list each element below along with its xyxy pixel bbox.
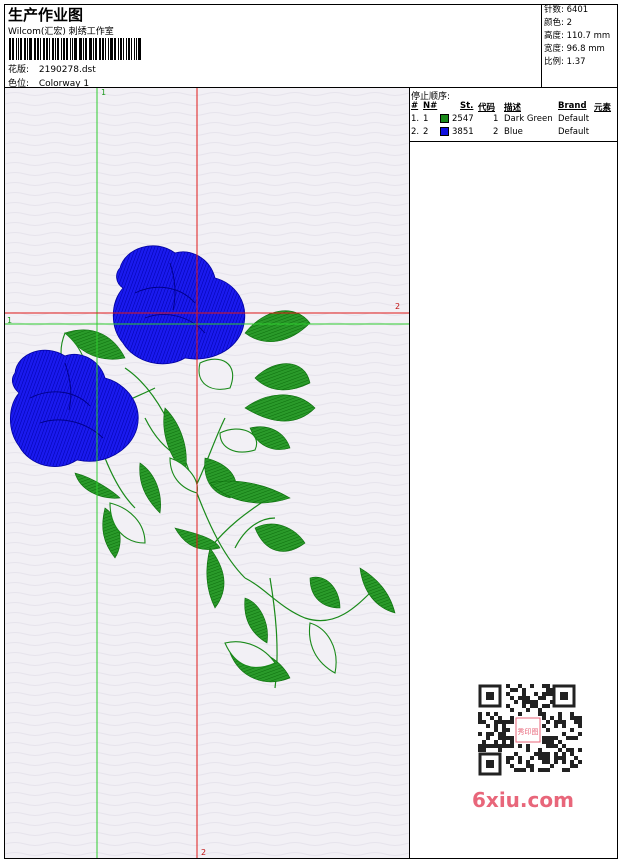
qr-code: 秀印图 [470, 680, 586, 780]
embroidery-preview [5, 88, 409, 858]
stat-scale: 比例: 1.37 [544, 57, 586, 67]
company-name: Wilcom(汇宏) 刺绣工作室 [8, 27, 114, 37]
design-file-row: 花版: 2190278.dst [8, 62, 96, 75]
stop-sequence-table: # N# St. 代码 描述 Brand 元素 1. 1 2547 1 Dark… [410, 101, 616, 140]
color-swatch-green [440, 114, 449, 123]
barcode [9, 38, 141, 60]
qr-logo-text: 秀印图 [518, 727, 539, 736]
worksheet-header: 生产作业图 Wilcom(汇宏) 刺绣工作室 花版: 2190278.dst 色… [4, 4, 618, 89]
red-guide-bottom-label: 2 [201, 848, 207, 857]
stat-height: 高度: 110.7 mm [544, 31, 611, 41]
table-header: # N# St. 代码 描述 Brand 元素 [411, 101, 612, 113]
watermark-text: 6xiu.com [472, 788, 574, 812]
design-file-name: 2190278.dst [38, 65, 96, 75]
stop-sequence-panel: 停止顺序: # N# St. 代码 描述 Brand 元素 1. 1 2547 … [409, 88, 617, 142]
design-file-label: 花版: [8, 65, 30, 75]
design-stats: 针数: 6401 颜色: 2 高度: 110.7 mm 宽度: 96.8 mm … [541, 4, 618, 87]
stat-colors: 颜色: 2 [544, 18, 572, 28]
design-canvas: 1 1 2 2 [5, 88, 410, 858]
qr-code-image: 秀印图 [478, 684, 582, 776]
table-row: 2. 2 3851 2 Blue Default [411, 127, 590, 137]
color-swatch-blue [440, 127, 449, 136]
page-title: 生产作业图 [8, 6, 84, 24]
green-guide-left-label: 1 [7, 316, 13, 325]
red-guide-right-label: 2 [395, 302, 401, 311]
green-guide-top-label: 1 [101, 88, 107, 97]
stat-width: 宽度: 96.8 mm [544, 44, 605, 54]
table-row: 1. 1 2547 1 Dark Green Default [411, 114, 590, 124]
stat-stitches: 针数: 6401 [544, 5, 589, 15]
